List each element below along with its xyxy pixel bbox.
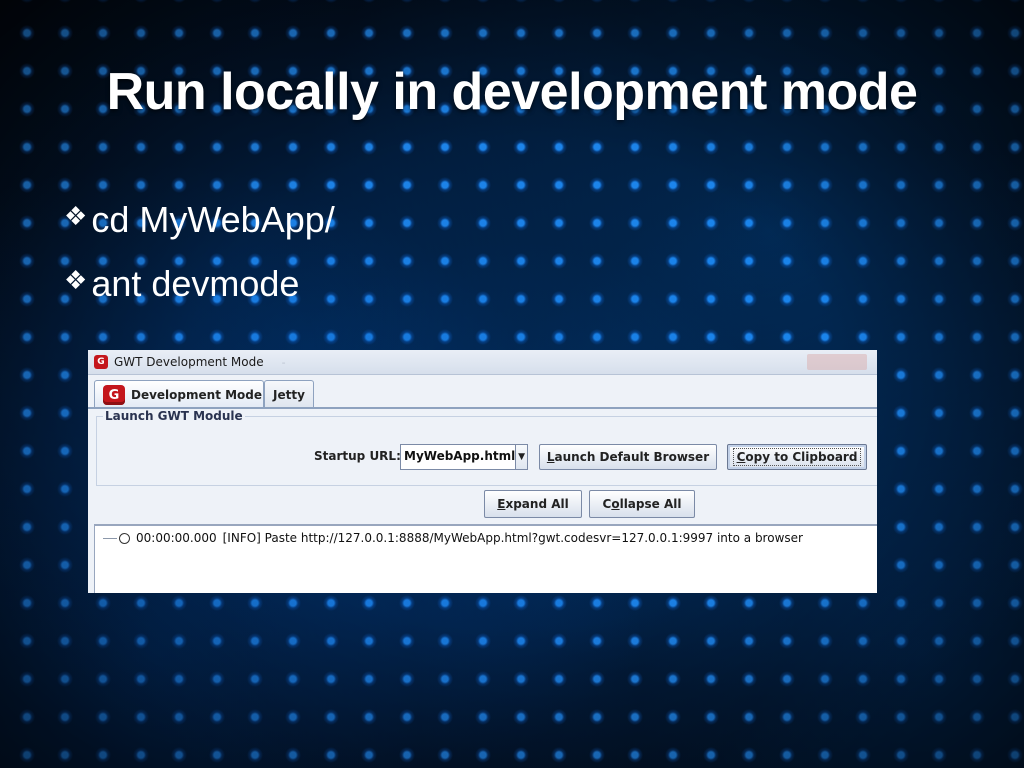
chevron-down-icon[interactable]: ▼ — [515, 445, 527, 469]
bullet-item: ❖ cd MyWebApp/ — [64, 188, 335, 252]
window-titlebar[interactable]: G GWT Development Mode - — [88, 350, 877, 375]
launch-default-browser-button[interactable]: Launch Default Browser — [539, 444, 717, 470]
log-level-circle-icon — [119, 532, 130, 544]
log-entry[interactable]: 00:00:00.000 [INFO] Paste http://127.0.0… — [103, 531, 803, 545]
startup-url-select[interactable]: MyWebApp.html ▼ — [400, 444, 528, 470]
background-window-close-ghost — [807, 354, 867, 370]
log-tree[interactable]: 00:00:00.000 [INFO] Paste http://127.0.0… — [94, 524, 877, 593]
diamond-bullet-icon: ❖ — [64, 264, 88, 295]
collapse-all-button[interactable]: Collapse All — [589, 490, 695, 518]
tree-connector — [103, 537, 117, 539]
background-window-ghost: - — [281, 355, 286, 369]
tab-jetty[interactable]: Jetty — [264, 380, 314, 409]
gwt-app-icon: G — [94, 355, 108, 369]
tab-development-mode[interactable]: G Development Mode — [94, 380, 264, 409]
gwt-logo-icon: G — [103, 385, 125, 405]
bullet-item: ❖ ant devmode — [64, 252, 335, 316]
slide-title: Run locally in development mode — [106, 63, 918, 121]
bullet-text: ant devmode — [91, 263, 300, 304]
group-title: Launch GWT Module — [103, 409, 245, 423]
bullet-text: cd MyWebApp/ — [91, 199, 335, 240]
tab-strip: G Development Mode Jetty — [88, 375, 877, 409]
launch-module-group: Launch GWT Module Startup URL: MyWebApp.… — [96, 409, 877, 486]
log-time: 00:00:00.000 — [136, 531, 217, 545]
log-message: [INFO] Paste http://127.0.0.1:8888/MyWeb… — [222, 531, 803, 545]
window-title: GWT Development Mode — [114, 355, 264, 369]
bullet-list: ❖ cd MyWebApp/ ❖ ant devmode — [64, 188, 335, 316]
copy-to-clipboard-button[interactable]: Copy to Clipboard — [727, 444, 867, 470]
expand-all-button[interactable]: Expand All — [484, 490, 582, 518]
startup-url-value: MyWebApp.html — [404, 449, 516, 463]
gwt-dev-mode-window: G GWT Development Mode - G Development M… — [88, 350, 877, 593]
development-mode-panel: Launch GWT Module Startup URL: MyWebApp.… — [88, 409, 877, 593]
tab-label: Jetty — [273, 388, 305, 402]
startup-url-label: Startup URL: — [314, 449, 401, 463]
tab-label: Development Mode — [131, 388, 263, 402]
diamond-bullet-icon: ❖ — [64, 200, 88, 231]
